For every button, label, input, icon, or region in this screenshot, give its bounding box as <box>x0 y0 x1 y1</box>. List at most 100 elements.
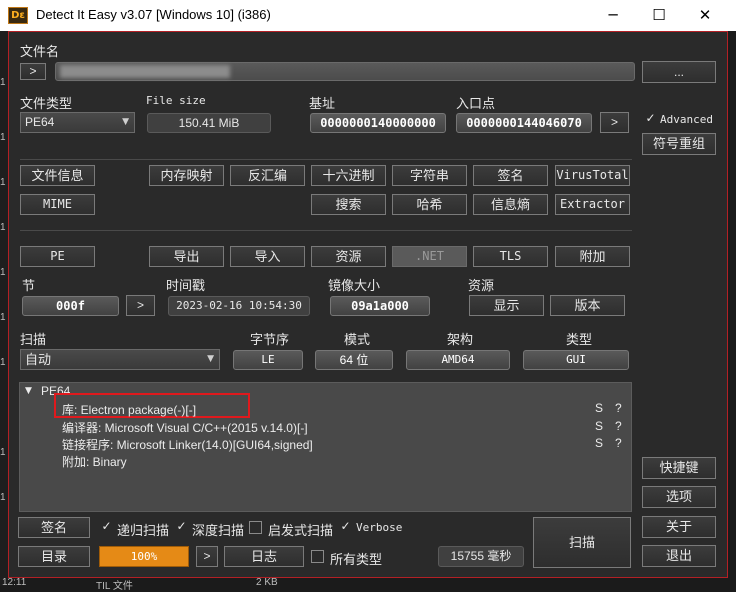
entropy-button[interactable]: 信息熵 <box>473 194 548 215</box>
extractor-button[interactable]: Extractor <box>555 194 630 215</box>
tree-item-overlay[interactable]: 附加: Binary <box>62 453 127 470</box>
filename-field[interactable] <box>55 62 635 81</box>
memory-map-button[interactable]: 内存映射 <box>149 165 224 186</box>
resource-button[interactable]: 资源 <box>311 246 386 267</box>
filesize-value: 150.41 MiB <box>147 113 271 133</box>
browse-button[interactable]: ... <box>642 61 716 83</box>
verbose-checkbox[interactable]: ✓ Verbose <box>339 519 429 536</box>
expand-icon[interactable]: ▼ <box>25 386 32 396</box>
advanced-label: Advanced <box>660 113 713 126</box>
shortcuts-button[interactable]: 快捷键 <box>642 457 716 479</box>
arch-value: AMD64 <box>406 350 510 370</box>
results-tree[interactable]: ▼ PE64 库: Electron package(-)[-] 编译器: Mi… <box>19 382 632 512</box>
all-types-check-icon <box>311 550 324 563</box>
bg-digit: 1 <box>0 312 6 323</box>
close-button[interactable]: ✕ <box>682 0 728 31</box>
filename-blurred <box>60 65 230 78</box>
entry-nav-button[interactable]: > <box>600 112 629 133</box>
signature-link[interactable]: S <box>595 419 603 433</box>
deep-scan-checkbox[interactable]: ✓ 深度扫描 <box>175 519 255 538</box>
strings-button[interactable]: 字符串 <box>392 165 467 186</box>
hash-button[interactable]: 哈希 <box>392 194 467 215</box>
type-value: GUI <box>523 350 629 370</box>
all-types-label: 所有类型 <box>330 552 383 567</box>
all-types-checkbox[interactable]: 所有类型 <box>311 549 391 567</box>
tree-item-library[interactable]: 库: Electron package(-)[-] <box>62 401 196 418</box>
heuristic-checkbox[interactable]: 启发式扫描 <box>249 519 339 538</box>
bg-size: 2 KB <box>256 577 278 588</box>
maximize-button[interactable]: ☐ <box>636 0 682 31</box>
bg-digit: 1 <box>0 447 6 458</box>
signature-link[interactable]: S <box>595 401 603 415</box>
virustotal-button[interactable]: VirusTotal <box>555 165 630 186</box>
overlay-button[interactable]: 附加 <box>555 246 630 267</box>
show-resources-button[interactable]: 显示 <box>469 295 544 316</box>
disasm-button[interactable]: 反汇编 <box>230 165 305 186</box>
arch-label: 架构 <box>447 332 474 347</box>
endian-value: LE <box>233 350 303 370</box>
reloc-button[interactable]: 符号重组 <box>642 133 716 155</box>
filesize-label: File size <box>146 94 206 107</box>
mime-button[interactable]: MIME <box>20 194 95 215</box>
file-info-button[interactable]: 文件信息 <box>20 165 95 186</box>
scan-button[interactable]: 扫描 <box>533 517 631 568</box>
endian-label: 字节序 <box>250 332 290 347</box>
info-link[interactable]: ? <box>615 401 622 415</box>
version-button[interactable]: 版本 <box>550 295 625 316</box>
heuristic-check-icon <box>249 521 262 534</box>
chevron-down-icon: ▼ <box>122 117 129 127</box>
directory-button[interactable]: 目录 <box>18 546 90 567</box>
scan-mode-label: 扫描 <box>20 332 47 347</box>
tree-item-linker[interactable]: 链接程序: Microsoft Linker(14.0)[GUI64,signe… <box>62 436 313 453</box>
resources-label: 资源 <box>468 278 495 293</box>
bg-digit: 1 <box>0 132 6 143</box>
timestamp-value: 2023-02-16 10:54:30 <box>168 296 310 316</box>
advanced-checkbox[interactable]: ✓ Advanced <box>642 111 720 129</box>
info-link[interactable]: ? <box>615 419 622 433</box>
export-button[interactable]: 导出 <box>149 246 224 267</box>
bg-digit: 1 <box>0 177 6 188</box>
verbose-label: Verbose <box>356 521 403 534</box>
section-count: 000f <box>22 296 119 316</box>
mode-value: 64 位 <box>315 350 393 370</box>
verbose-check-icon: ✓ <box>340 519 351 533</box>
import-button[interactable]: 导入 <box>230 246 305 267</box>
bg-digit: 1 <box>0 267 6 278</box>
filetype-select[interactable]: PE64 ▼ <box>20 112 135 133</box>
divider <box>20 230 632 231</box>
scan-time: 15755 毫秒 <box>438 546 524 567</box>
file-nav-button[interactable]: > <box>20 63 46 80</box>
hex-button[interactable]: 十六进制 <box>311 165 386 186</box>
base-label: 基址 <box>309 96 336 111</box>
options-button[interactable]: 选项 <box>642 486 716 508</box>
bg-time: 12:11 <box>2 577 27 588</box>
dotnet-button[interactable]: .NET <box>392 246 467 267</box>
signatures-tool-button[interactable]: 签名 <box>473 165 548 186</box>
about-button[interactable]: 关于 <box>642 516 716 538</box>
section-label: 节 <box>22 278 36 293</box>
bg-digit: 1 <box>0 77 6 88</box>
timestamp-label: 时间戳 <box>166 278 206 293</box>
tls-button[interactable]: TLS <box>473 246 548 267</box>
window-title: Detect It Easy v3.07 [Windows 10] (i386) <box>36 7 271 22</box>
bg-digit: 1 <box>0 222 6 233</box>
progress-nav-button[interactable]: > <box>196 546 218 567</box>
title-bar: Dε Detect It Easy v3.07 [Windows 10] (i3… <box>0 0 736 31</box>
minimize-button[interactable]: ─ <box>590 0 636 31</box>
pe-button[interactable]: PE <box>20 246 95 267</box>
section-nav-button[interactable]: > <box>126 295 155 316</box>
log-button[interactable]: 日志 <box>224 546 304 567</box>
signature-link[interactable]: S <box>595 436 603 450</box>
image-size-label: 镜像大小 <box>328 278 381 293</box>
scan-mode-select[interactable]: 自动 ▼ <box>20 349 220 370</box>
signatures-button[interactable]: 签名 <box>18 517 90 538</box>
main-window: 文件名 > ... 文件类型 PE64 ▼ File size 150.41 M… <box>8 31 728 578</box>
search-button[interactable]: 搜索 <box>311 194 386 215</box>
info-link[interactable]: ? <box>615 436 622 450</box>
bg-file: TIL 文件 <box>96 581 133 592</box>
mode-label: 模式 <box>344 332 371 347</box>
image-size-value: 09a1a000 <box>330 296 430 316</box>
tree-item-compiler[interactable]: 编译器: Microsoft Visual C/C++(2015 v.14.0)… <box>62 419 308 436</box>
exit-button[interactable]: 退出 <box>642 545 716 567</box>
divider <box>20 159 632 160</box>
